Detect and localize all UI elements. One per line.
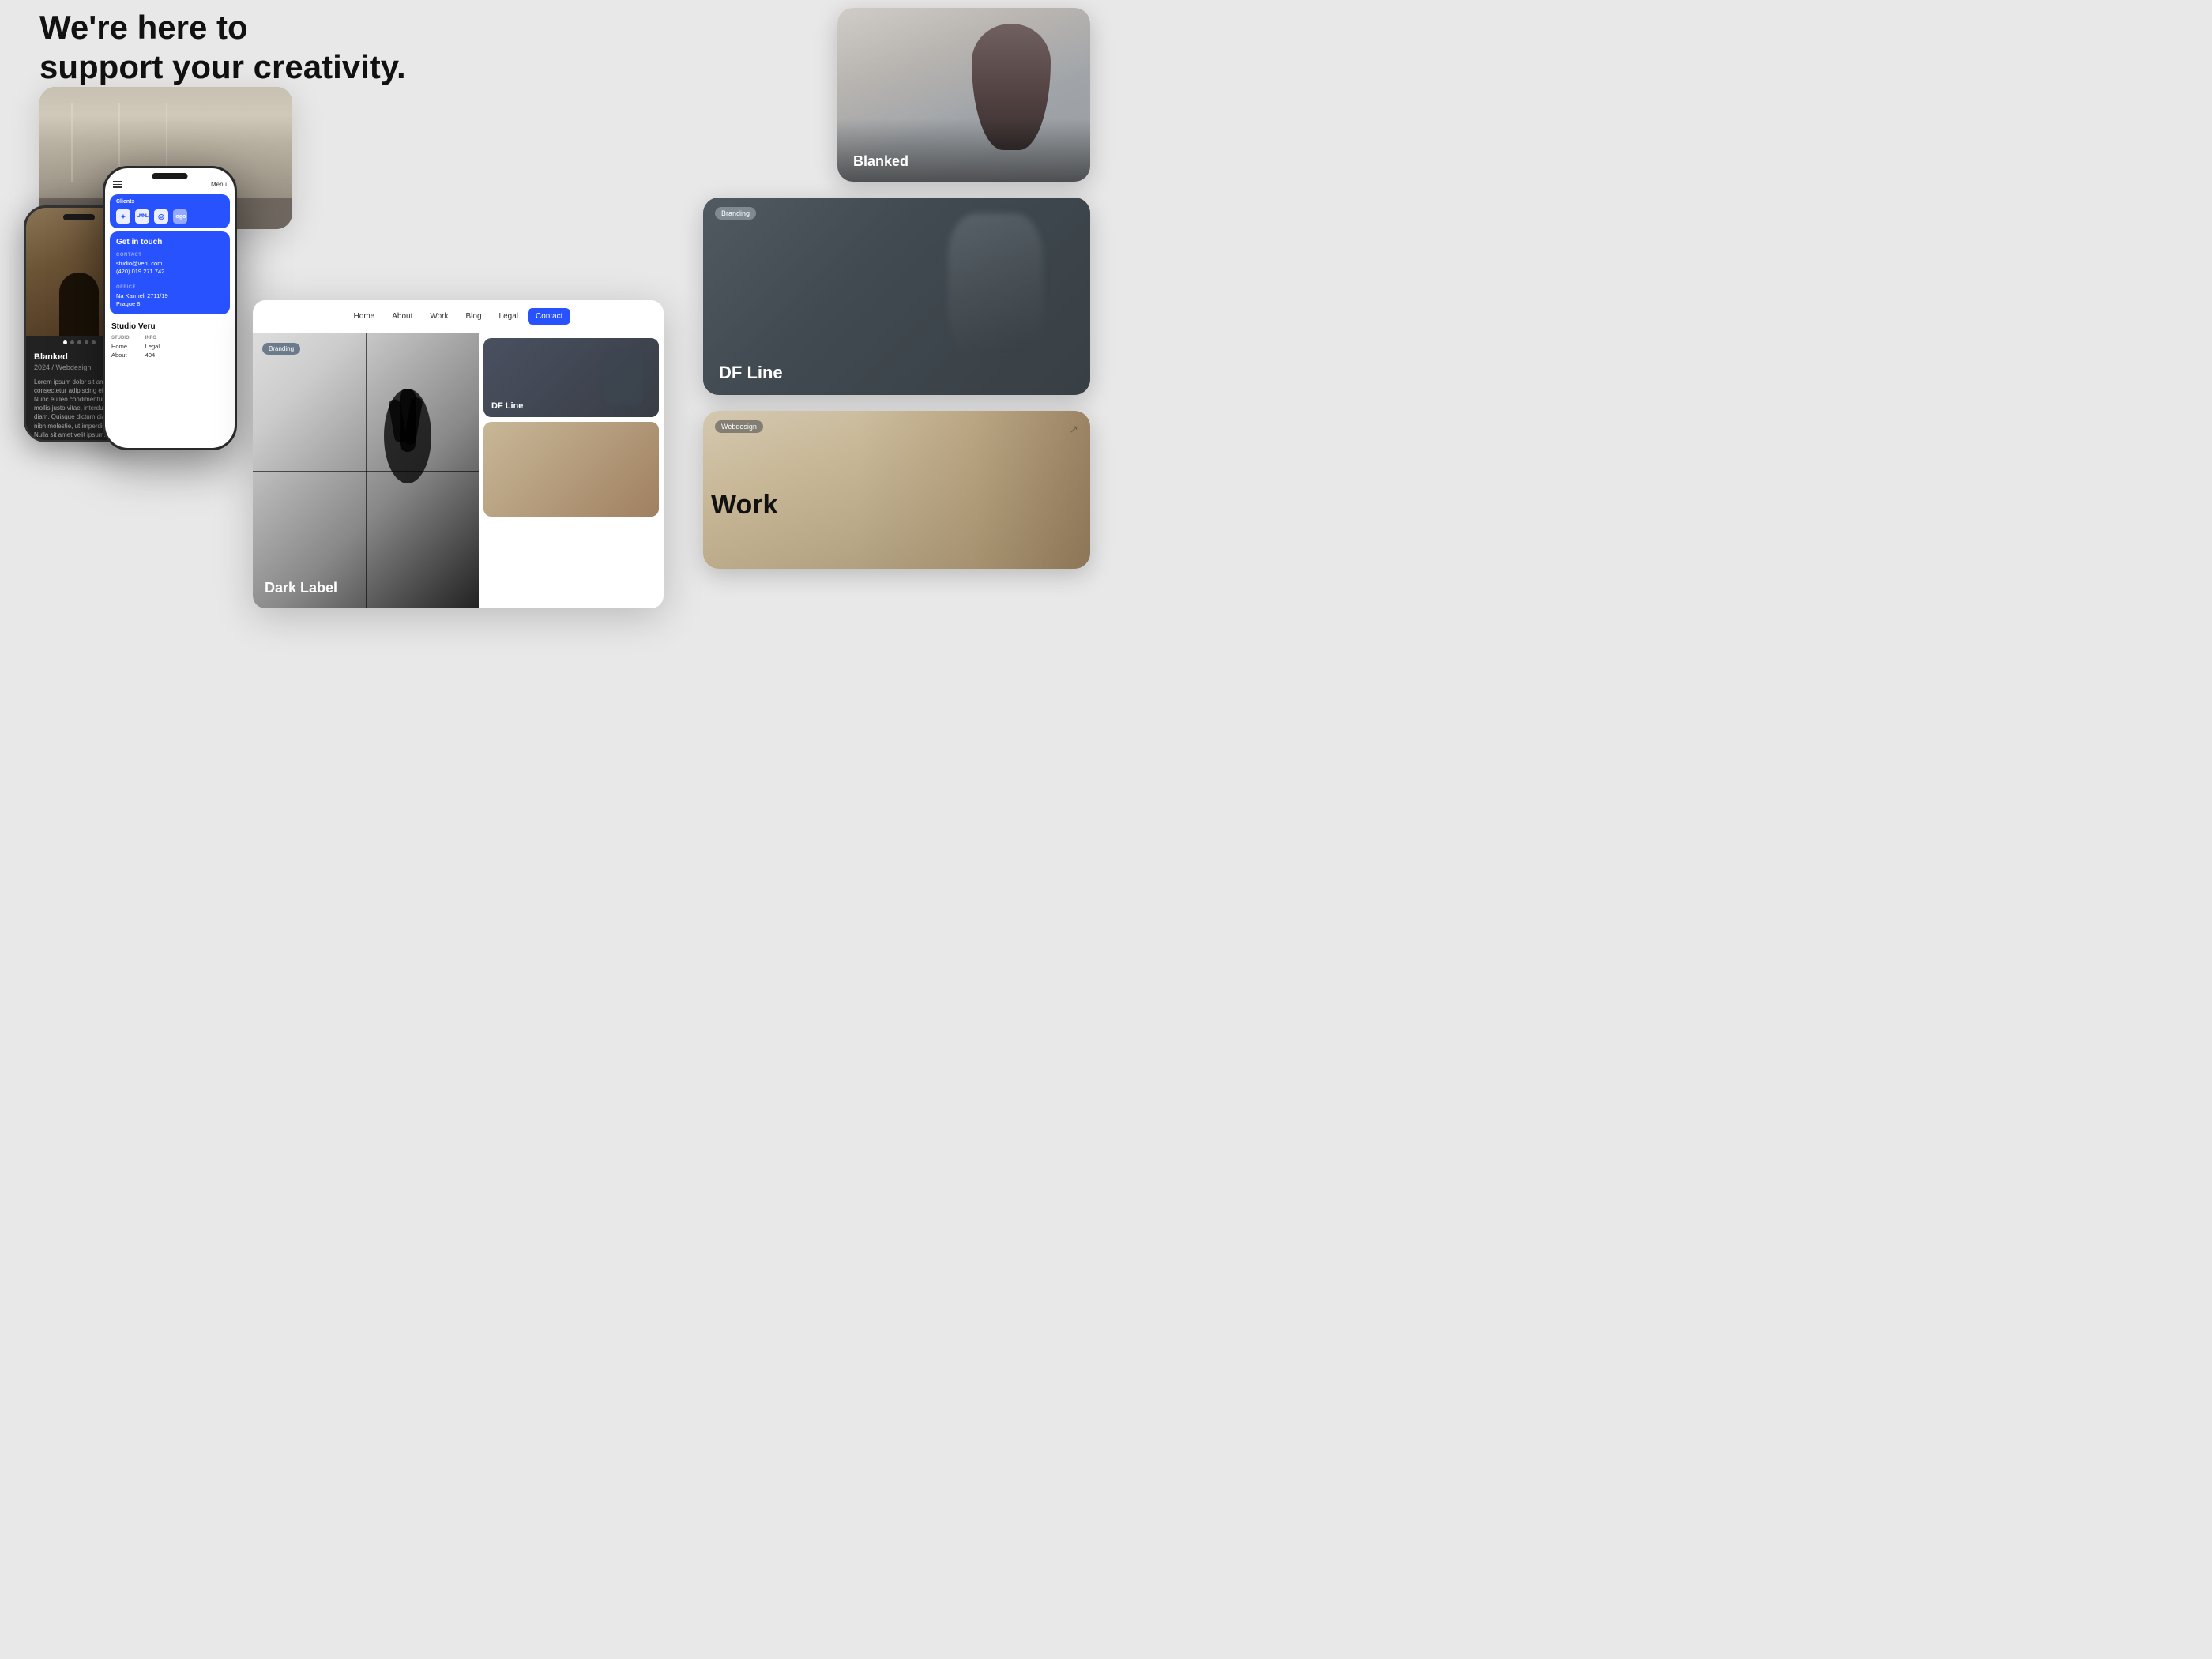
branding-badge-dfline: Branding [715,207,756,220]
nav-item-about[interactable]: About [384,308,420,325]
website-nav: Home About Work Blog Legal Contact [253,300,664,333]
client-logo-4: logo [173,209,187,224]
website-preview: Home About Work Blog Legal Contact [253,300,664,608]
footer-link-home[interactable]: Home [111,343,130,350]
contact-email: studio@veru.com [116,260,224,267]
nav-item-contact[interactable]: Contact [528,308,570,325]
hero-line2: support your creativity. [40,47,406,87]
hero-line1: We're here to [40,8,406,47]
office-address-line2: Prague 8 [116,300,224,307]
hamburger-icon[interactable] [113,181,122,188]
footer-info-label: INFO [145,336,160,340]
df-line-card: Branding DF Line [703,198,1090,395]
footer-link-about[interactable]: About [111,352,130,359]
footer-link-legal[interactable]: Legal [145,343,160,350]
nav-item-work[interactable]: Work [422,308,456,325]
sidebar-card-label: DF Line [491,401,523,411]
clients-block: Clients ✦ LMNL ◎ logo [110,194,230,228]
work-label: Work [711,490,777,521]
nav-item-legal[interactable]: Legal [491,308,526,325]
phone-front-mockup: Menu Clients ✦ LMNL ◎ logo [103,166,237,450]
branding-badge-darklabel: Branding [262,343,300,355]
studio-name: Studio Veru [111,322,228,331]
df-line-label: DF Line [719,363,783,383]
nav-item-home[interactable]: Home [346,308,383,325]
get-in-touch-title: Get in touch [116,238,224,246]
get-in-touch-block: Get in touch CONTACT studio@veru.com (42… [110,231,230,314]
office-section-label: OFFICE [116,285,224,290]
menu-label[interactable]: Menu [211,181,227,188]
nav-item-blog[interactable]: Blog [458,308,490,325]
footer-studio-label: STUDIO [111,336,130,340]
blanked-card: Blanked [837,8,1090,182]
client-logo-3: ◎ [154,209,168,224]
footer-link-404[interactable]: 404 [145,352,160,359]
webdesign-badge: Webdesign [715,420,763,433]
dark-label-text: Dark Label [265,580,337,596]
dark-label-section: Branding Dark Label [253,333,479,608]
client-logo-1: ✦ [116,209,130,224]
clients-label: Clients [116,199,224,205]
blanked-card-label: Blanked [853,153,908,170]
website-sidebar: DF Line [479,333,664,608]
client-logo-2: LMNL [135,209,149,224]
office-address-line1: Na Karmeli 2711/19 [116,292,224,299]
contact-section-label: CONTACT [116,253,224,258]
contact-phone: (420) 019 271 742 [116,268,224,275]
studio-footer: Studio Veru STUDIO Home About INFO Legal… [105,318,235,365]
